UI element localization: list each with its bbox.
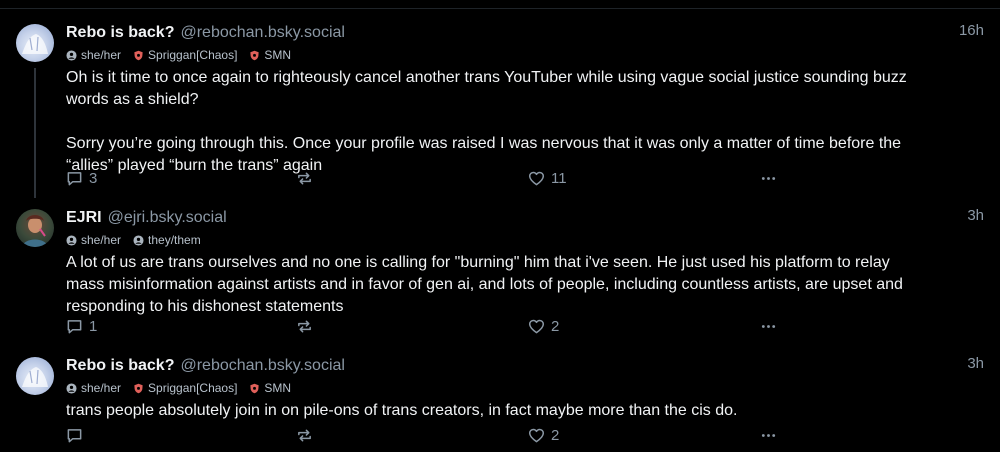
- shield-icon: [134, 383, 143, 393]
- repost-button[interactable]: [296, 318, 319, 335]
- label-pronouns[interactable]: she/her: [66, 381, 121, 395]
- label-text: Spriggan[Chaos]: [148, 381, 238, 395]
- post-text: trans people absolutely join in on pile-…: [66, 402, 738, 419]
- repost-button[interactable]: [296, 170, 319, 187]
- more-options-button[interactable]: [760, 318, 777, 335]
- more-options-button[interactable]: [760, 427, 777, 444]
- post-timestamp[interactable]: 16h: [959, 22, 984, 39]
- label-text: she/her: [81, 381, 122, 395]
- repost-icon: [298, 172, 311, 185]
- heart-icon: [528, 319, 545, 334]
- reply-count: 1: [89, 318, 98, 335]
- post-actions: 3 11: [66, 170, 984, 190]
- label-text: they/them: [148, 233, 201, 247]
- label-text: she/her: [81, 48, 122, 62]
- post-text: A lot of us are trans ourselves and no o…: [66, 254, 903, 315]
- label-text: SMN: [264, 381, 292, 395]
- like-count: 2: [551, 427, 560, 444]
- user-circle-icon: [66, 234, 77, 246]
- post-timestamp[interactable]: 3h: [967, 207, 984, 224]
- more-icon: [761, 325, 776, 328]
- like-button[interactable]: 2: [528, 427, 559, 444]
- label-spriggan[interactable]: Spriggan[Chaos]: [133, 381, 237, 395]
- user-circle-icon: [66, 382, 77, 394]
- label-text: SMN: [264, 48, 292, 62]
- label-text: she/her: [81, 233, 122, 247]
- reply-count: 3: [89, 170, 98, 187]
- like-count: 11: [551, 170, 567, 187]
- like-button[interactable]: 11: [528, 170, 567, 187]
- profile-labels: she/her they/them: [66, 232, 984, 248]
- top-divider: [0, 8, 1000, 9]
- label-pronouns[interactable]: she/her: [66, 48, 121, 62]
- avatar[interactable]: [16, 357, 54, 395]
- post-text: Oh is it time to once again to righteous…: [66, 69, 907, 174]
- repost-icon: [298, 429, 311, 442]
- profile-labels: she/her Spriggan[Chaos] SMN: [66, 380, 984, 396]
- author-display-name[interactable]: Rebo is back?: [66, 24, 174, 41]
- reply-button[interactable]: [66, 427, 89, 444]
- author-display-name[interactable]: Rebo is back?: [66, 357, 174, 374]
- label-smn[interactable]: SMN: [249, 48, 291, 62]
- profile-labels: she/her Spriggan[Chaos] SMN: [66, 47, 984, 63]
- post-timestamp[interactable]: 3h: [967, 355, 984, 372]
- author-handle[interactable]: @rebochan.bsky.social: [180, 357, 344, 374]
- post-actions: 2: [66, 427, 984, 447]
- user-circle-icon: [133, 234, 144, 246]
- like-button[interactable]: 2: [528, 318, 559, 335]
- thread-line: [34, 68, 36, 198]
- label-spriggan[interactable]: Spriggan[Chaos]: [133, 48, 237, 62]
- label-text: Spriggan[Chaos]: [148, 48, 238, 62]
- label-pronouns[interactable]: she/her: [66, 233, 121, 247]
- author-handle[interactable]: @ejri.bsky.social: [108, 209, 227, 226]
- author-display-name[interactable]: EJRI: [66, 209, 102, 226]
- more-options-button[interactable]: [760, 170, 777, 187]
- avatar[interactable]: [16, 209, 54, 247]
- reply-icon: [67, 429, 82, 443]
- reply-button[interactable]: 3: [66, 170, 97, 187]
- more-icon: [761, 177, 776, 180]
- shield-icon: [250, 383, 260, 393]
- heart-icon: [528, 171, 545, 186]
- repost-button[interactable]: [296, 427, 319, 444]
- shield-icon: [250, 50, 260, 60]
- reply-icon: [67, 172, 82, 186]
- more-icon: [761, 434, 776, 437]
- user-circle-icon: [66, 49, 77, 61]
- reply-button[interactable]: 1: [66, 318, 97, 335]
- repost-icon: [298, 320, 311, 333]
- label-pronouns[interactable]: they/them: [133, 233, 201, 247]
- reply-icon: [67, 320, 82, 334]
- avatar[interactable]: [16, 24, 54, 62]
- like-count: 2: [551, 318, 560, 335]
- shield-icon: [134, 50, 143, 60]
- label-smn[interactable]: SMN: [249, 381, 291, 395]
- heart-icon: [528, 428, 545, 443]
- author-handle[interactable]: @rebochan.bsky.social: [180, 24, 344, 41]
- post-actions: 1 2: [66, 318, 984, 338]
